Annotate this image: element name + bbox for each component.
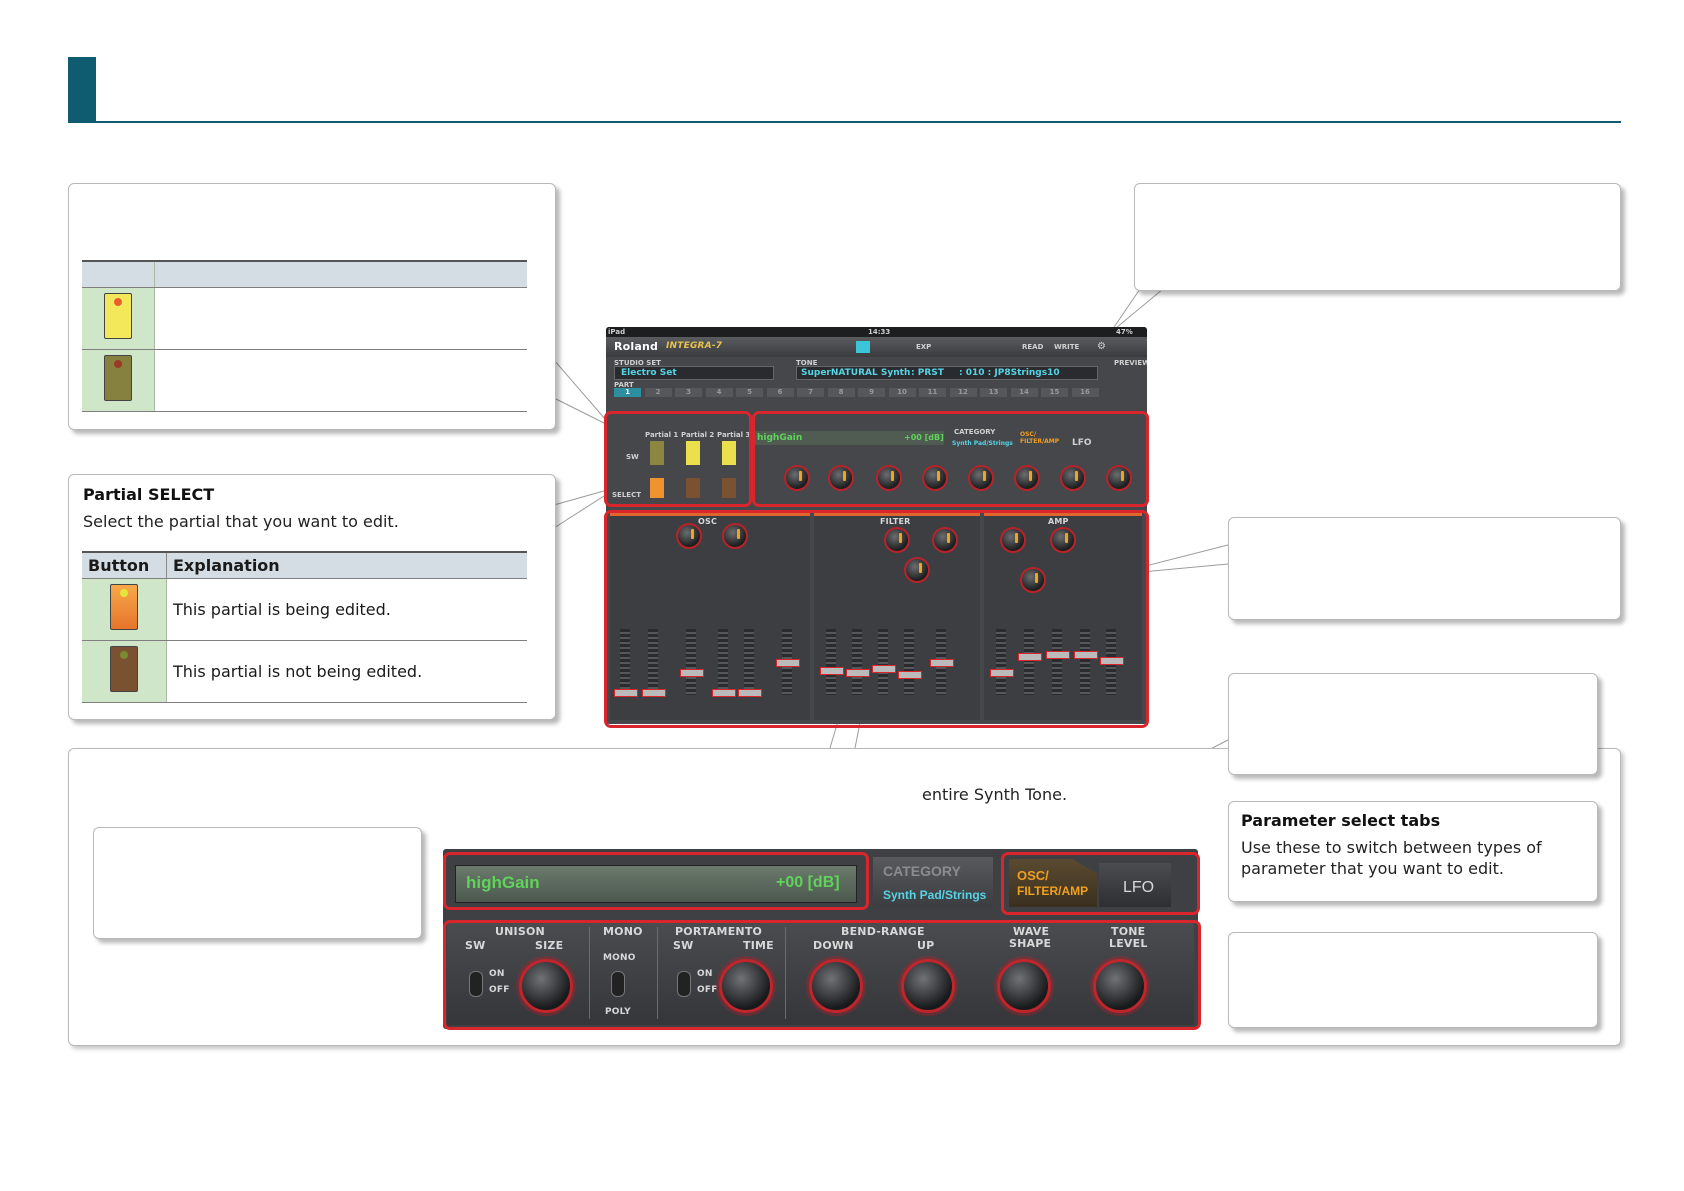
partial-select-table: Button Explanation This partial is being…: [82, 551, 527, 703]
toolbar-mode-icon[interactable]: [856, 341, 870, 353]
part-button-14[interactable]: 14: [1010, 388, 1038, 397]
parameter-tabs-description: Use these to switch between types of par…: [1241, 838, 1542, 878]
table-header-explanation: Explanation: [166, 552, 527, 579]
part-button-3[interactable]: 3: [675, 388, 702, 397]
part-button-8[interactable]: 8: [827, 388, 855, 397]
part-button-11[interactable]: 11: [919, 388, 946, 397]
status-device: iPad: [608, 328, 626, 336]
status-battery: 47%: [1116, 328, 1133, 336]
table-row: This partial is not being edited.: [82, 640, 527, 703]
section-header-rule: [68, 121, 1621, 123]
brand-logo: Roland: [614, 340, 659, 353]
table-row: This partial is being edited.: [82, 578, 527, 641]
partial-select-title: Partial SELECT: [83, 485, 215, 504]
part-button-7[interactable]: 7: [797, 388, 824, 397]
studio-set-field[interactable]: Electro Set: [614, 366, 774, 380]
partial-select-description: Select the partial that you want to edit…: [83, 512, 399, 531]
category-label: CATEGORY: [883, 863, 961, 879]
part-button-10[interactable]: 10: [888, 388, 916, 397]
part-button-6[interactable]: 6: [766, 388, 794, 397]
part-button-13[interactable]: 13: [980, 388, 1007, 397]
tone-name-callout: [93, 827, 422, 939]
table-header-button: Button: [82, 552, 167, 579]
status-time: 14:33: [868, 328, 891, 336]
preview-label: PREVIEW: [1114, 359, 1147, 367]
part-button-15[interactable]: 15: [1041, 388, 1068, 397]
category-value: Synth Pad/Strings: [883, 888, 987, 902]
part-button-2[interactable]: 2: [644, 388, 672, 397]
category-panel[interactable]: CATEGORY Synth Pad/Strings: [873, 857, 993, 907]
partial-select-callout: Partial SELECT Select the partial that y…: [68, 474, 556, 720]
tone-level-callout: [1228, 932, 1598, 1028]
common-panel-text: entire Synth Tone.: [922, 785, 1068, 804]
part-button-12[interactable]: 12: [949, 388, 977, 397]
write-button[interactable]: WRITE: [1054, 343, 1079, 351]
product-logo: INTEGRA-7: [666, 341, 723, 351]
partial-sw-callout: [68, 183, 556, 430]
olive-partial-button-icon: [104, 355, 132, 401]
common-highlight: [752, 411, 1149, 507]
orange-partial-button-icon: [110, 584, 138, 630]
table-cell-explanation: This partial is being edited.: [166, 578, 527, 641]
brown-partial-button-icon: [110, 646, 138, 692]
gear-icon[interactable]: ⚙: [1097, 341, 1106, 352]
partial-sw-table: [82, 260, 527, 412]
controls-highlight: [443, 920, 1201, 1030]
app-toolbar: Roland INTEGRA-7 EXP READ WRITE ⚙: [606, 337, 1147, 357]
part-button-4[interactable]: 4: [705, 388, 733, 397]
amp-callout: [1228, 517, 1621, 620]
read-button[interactable]: READ: [1022, 343, 1043, 351]
partial-highlight: [604, 411, 752, 507]
part-button-1[interactable]: 1: [614, 388, 641, 397]
osc-filter-amp-highlight: [604, 510, 1149, 728]
right-top-callout: [1134, 183, 1621, 291]
yellow-partial-button-icon: [104, 293, 132, 339]
section-accent-bar: [68, 57, 96, 123]
part-button-5[interactable]: 5: [736, 388, 763, 397]
parameter-tabs-title: Parameter select tabs: [1241, 811, 1441, 830]
status-bar: iPad 14:33 47%: [606, 327, 1147, 337]
tone-name-highlight: [443, 852, 869, 910]
part-button-16[interactable]: 16: [1071, 388, 1099, 397]
part-buttons: 1 2 3 4 5 6 7 8 9 10 11 12 13 14 15 16: [614, 388, 1104, 398]
category-callout: [1228, 673, 1598, 775]
parameter-tabs-callout: Parameter select tabs Use these to switc…: [1228, 801, 1598, 902]
part-button-9[interactable]: 9: [858, 388, 885, 397]
table-cell-explanation: This partial is not being edited.: [166, 640, 527, 703]
tone-field[interactable]: SuperNATURAL Synth : PRST : 010 : JP8Str…: [796, 366, 1098, 380]
tabs-highlight: [1001, 852, 1200, 915]
exp-button[interactable]: EXP: [916, 343, 931, 351]
